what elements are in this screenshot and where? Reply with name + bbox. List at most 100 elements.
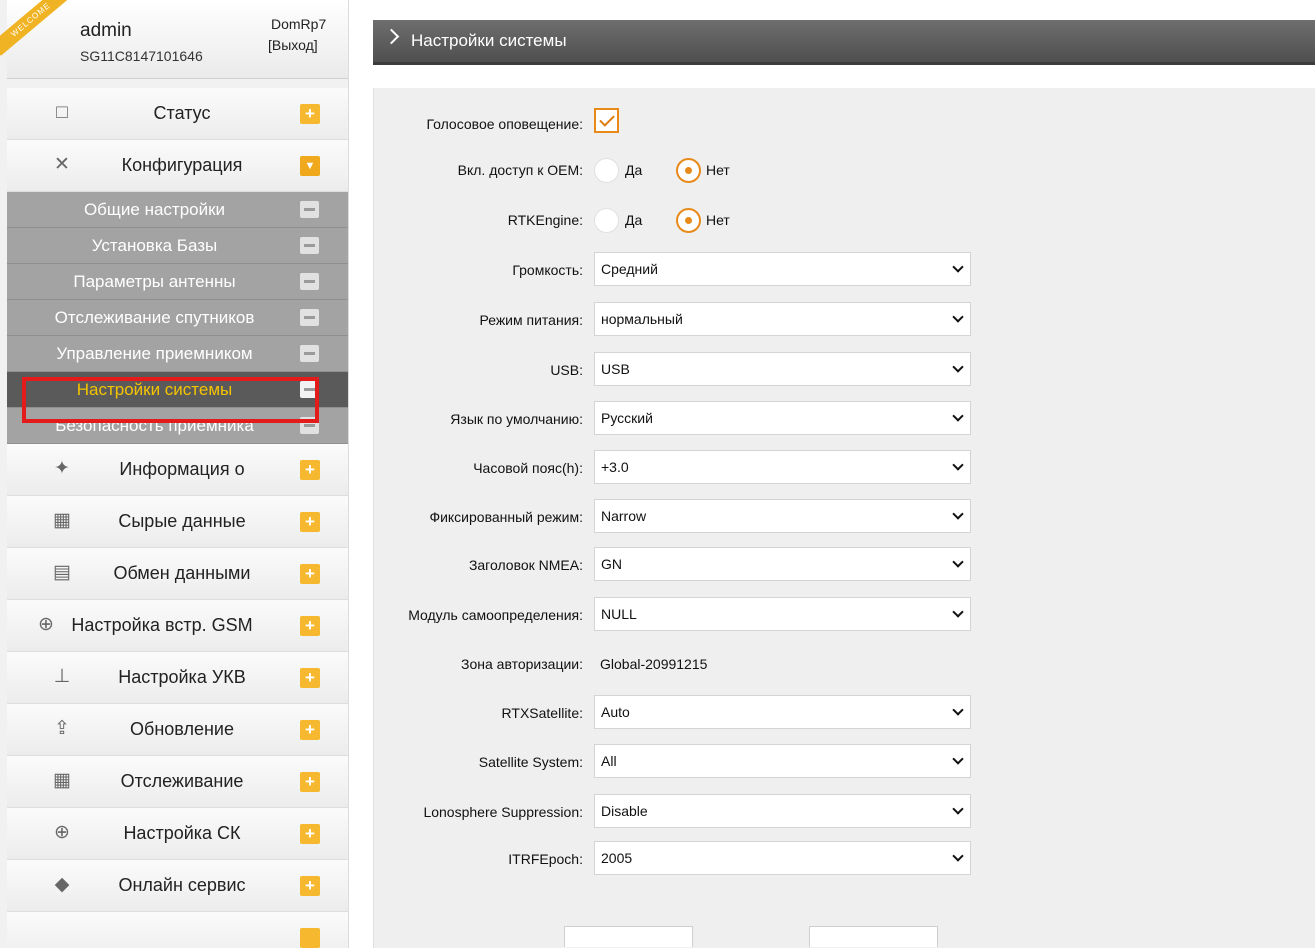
minus-icon: [300, 201, 319, 218]
rtx-satellite-label: RTXSatellite:: [501, 705, 583, 721]
menu-item-label: Настройка встр. GSM: [71, 615, 253, 635]
menu-item-label: Статус: [153, 103, 211, 123]
auth-zone-value: Global-20991215: [600, 656, 708, 672]
expand-icon[interactable]: +: [300, 876, 320, 896]
chevron-down-icon: [952, 850, 964, 862]
menu-item-label: Конфигурация: [121, 155, 243, 175]
timezone-select[interactable]: +3.0: [594, 450, 971, 484]
submenu-label: Установка Базы: [91, 236, 218, 255]
language-value: Русский: [601, 410, 653, 426]
rtk-yes-radio[interactable]: [594, 208, 619, 233]
rtk-engine-label: RTKEngine:: [507, 212, 583, 228]
oem-access-label: Вкл. доступ к OEM:: [457, 162, 583, 178]
minus-icon: [300, 237, 319, 254]
menu-item-label: Обновление: [130, 719, 234, 739]
expand-icon[interactable]: +: [300, 460, 320, 480]
volume-label: Громкость:: [512, 262, 583, 278]
usb-value: USB: [601, 361, 630, 377]
ionosphere-suppression-select[interactable]: Disable: [594, 794, 971, 828]
menu-item-data-exchange[interactable]: ▤ Обмен данными +: [7, 548, 348, 600]
language-label: Язык по умолчанию:: [450, 411, 583, 427]
self-detect-module-label: Модуль самоопределения:: [408, 607, 583, 623]
menu-item-next[interactable]: [7, 912, 348, 948]
minus-icon: [300, 309, 319, 326]
oem-no-radio[interactable]: [676, 158, 701, 183]
menu-item-coord-system[interactable]: ⊕ Настройка СК +: [7, 808, 348, 860]
volume-select[interactable]: Средний: [594, 252, 971, 286]
timezone-label: Часовой пояс(h):: [473, 460, 583, 476]
chevron-right-icon: [383, 28, 400, 45]
submenu-receiver-control[interactable]: Управление приемником: [7, 336, 348, 372]
volume-value: Средний: [601, 261, 658, 277]
menu-item-gsm[interactable]: ⊕ Настройка встр. GSM +: [7, 600, 348, 652]
self-detect-module-select[interactable]: NULL: [594, 597, 971, 631]
menu-item-raw-data[interactable]: ▦ Сырые данные +: [7, 496, 348, 548]
power-mode-label: Режим питания:: [479, 312, 583, 328]
sidebar: WELCOME admin SG11C8147101646 DomRp7 [Вы…: [0, 0, 349, 948]
rtk-yes-label: Да: [625, 212, 643, 228]
chevron-down-icon: [952, 311, 964, 323]
minus-icon: [300, 345, 319, 362]
fixed-mode-select[interactable]: Narrow: [594, 499, 971, 533]
menu-item-uhf[interactable]: ⊥ Настройка УКВ +: [7, 652, 348, 704]
expand-icon[interactable]: +: [300, 824, 320, 844]
expand-icon[interactable]: +: [300, 104, 320, 124]
menu-item-online-service[interactable]: ◆ Онлайн сервис +: [7, 860, 348, 912]
expand-icon[interactable]: +: [300, 512, 320, 532]
nav-menu: □ Статус + ✕ Конфигурация ▼ Общие настро…: [7, 88, 348, 948]
expand-icon[interactable]: +: [300, 772, 320, 792]
submenu-general-settings[interactable]: Общие настройки: [7, 192, 348, 228]
oem-no-label: Нет: [706, 162, 730, 178]
menu-item-status[interactable]: □ Статус +: [7, 88, 348, 140]
expand-icon[interactable]: +: [300, 564, 320, 584]
collapse-icon[interactable]: ▼: [300, 156, 320, 176]
menu-item-info[interactable]: ✦ Информация о +: [7, 444, 348, 496]
logout-link[interactable]: [Выход]: [268, 37, 318, 53]
menu-item-update[interactable]: ⇪ Обновление +: [7, 704, 348, 756]
chevron-down-icon: [952, 410, 964, 422]
chevron-down-icon: [952, 803, 964, 815]
device-serial: SG11C8147101646: [80, 48, 203, 64]
oem-yes-radio[interactable]: [594, 158, 619, 183]
cancel-button[interactable]: [809, 926, 938, 947]
menu-item-label: Сырые данные: [118, 511, 246, 531]
satellite-system-label: Satellite System:: [478, 754, 583, 770]
expand-icon[interactable]: +: [300, 616, 320, 636]
usb-select[interactable]: USB: [594, 352, 971, 386]
itrf-epoch-select[interactable]: 2005: [594, 841, 971, 875]
rtx-satellite-value: Auto: [601, 704, 630, 720]
expand-icon[interactable]: +: [300, 668, 320, 688]
rtx-satellite-select[interactable]: Auto: [594, 695, 971, 729]
menu-item-tracking[interactable]: ▦ Отслеживание +: [7, 756, 348, 808]
satellite-system-select[interactable]: All: [594, 744, 971, 778]
power-mode-value: нормальный: [601, 311, 683, 327]
itrf-epoch-value: 2005: [601, 850, 633, 866]
submenu-label: Управление приемником: [56, 344, 253, 363]
ionosphere-suppression-value: Disable: [601, 803, 648, 819]
expand-icon[interactable]: +: [300, 720, 320, 740]
submenu-base-setup[interactable]: Установка Базы: [7, 228, 348, 264]
power-mode-select[interactable]: нормальный: [594, 302, 971, 336]
menu-item-label: Отслеживание: [120, 771, 244, 791]
expand-icon[interactable]: [300, 928, 320, 948]
rtk-no-radio[interactable]: [676, 208, 701, 233]
submenu-antenna-params[interactable]: Параметры антенны: [7, 264, 348, 300]
voice-alert-label: Голосовое оповещение:: [426, 116, 583, 132]
menu-item-configuration[interactable]: ✕ Конфигурация ▼: [7, 140, 348, 192]
nmea-header-label: Заголовок NMEA:: [468, 557, 583, 573]
submenu-label: Общие настройки: [83, 200, 226, 219]
apply-button[interactable]: [564, 926, 693, 947]
voice-alert-checkbox[interactable]: [594, 108, 619, 133]
settings-panel: Голосовое оповещение: Вкл. доступ к OEM:…: [373, 88, 1315, 948]
welcome-ribbon: WELCOME: [0, 0, 72, 56]
page-title-bar: Настройки системы: [373, 20, 1315, 65]
chevron-down-icon: [952, 459, 964, 471]
submenu-satellite-tracking[interactable]: Отслеживание спутников: [7, 300, 348, 336]
nmea-header-select[interactable]: GN: [594, 547, 971, 581]
oem-yes-label: Да: [625, 162, 643, 178]
usb-label: USB:: [550, 362, 583, 378]
language-select[interactable]: Русский: [594, 401, 971, 435]
chevron-down-icon: [952, 753, 964, 765]
chevron-down-icon: [952, 508, 964, 520]
auth-zone-label: Зона авторизации:: [461, 656, 583, 672]
